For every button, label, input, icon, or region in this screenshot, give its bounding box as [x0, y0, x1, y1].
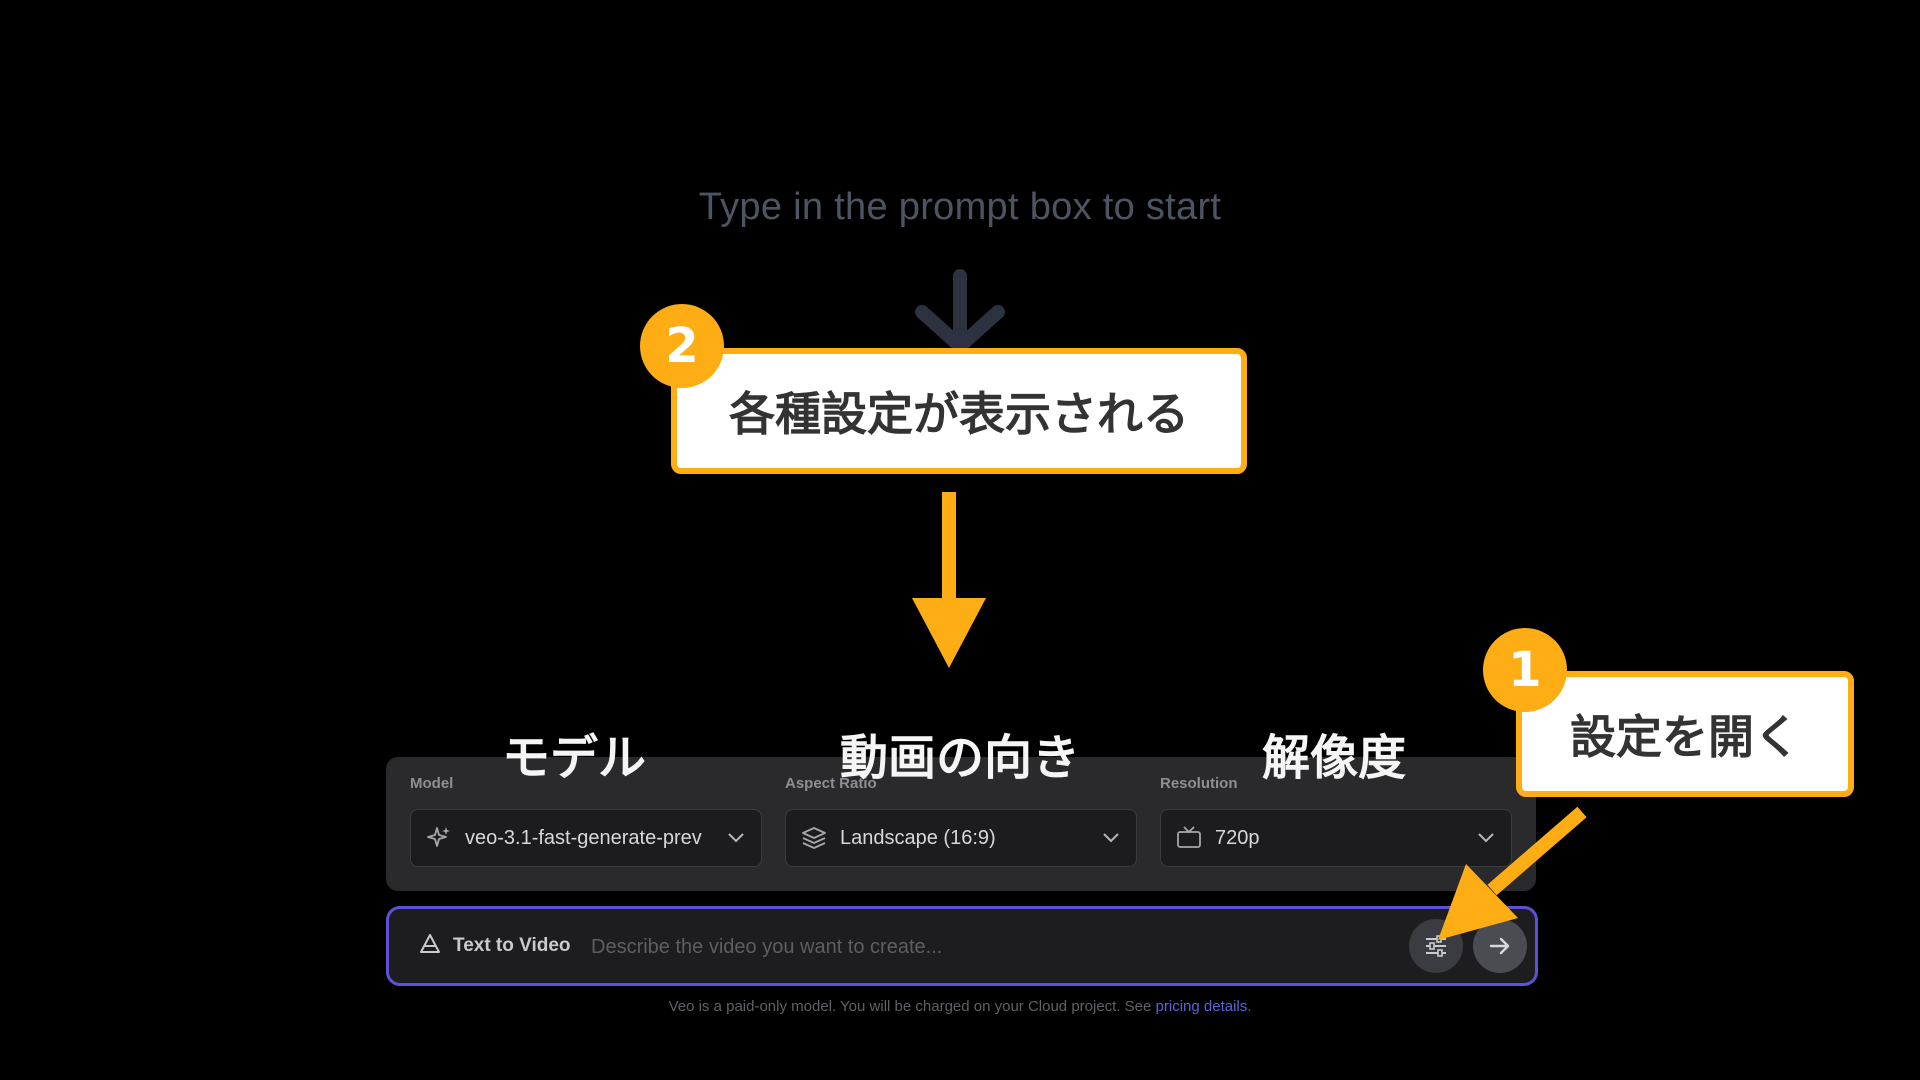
aspect-ratio-select[interactable]: Landscape (16:9) [785, 809, 1137, 867]
caption-resolution: 解像度 [1261, 730, 1406, 786]
empty-state-hint: Type in the prompt box to start [698, 186, 1222, 228]
mode-label: Text to Video [453, 935, 571, 956]
tv-icon [1175, 824, 1203, 852]
step1-arrow [1438, 806, 1587, 940]
sparkle-icon [425, 824, 453, 852]
step2-badge: 2 [640, 304, 724, 388]
pricing-details-link[interactable]: pricing details [1156, 998, 1248, 1015]
layers-icon [800, 824, 828, 852]
step1-callout: 設定を開く [1516, 671, 1854, 797]
model-value: veo-3.1-fast-generate-prev [465, 826, 702, 849]
footnote-tail: . [1247, 998, 1252, 1015]
aspect-ratio-value: Landscape (16:9) [840, 826, 996, 849]
text-mode-icon [419, 933, 441, 959]
step1-badge: 1 [1483, 628, 1567, 712]
chevron-down-icon [725, 827, 747, 849]
caption-aspect: 動画の向き [839, 730, 1080, 786]
prompt-bar: Text to Video [386, 906, 1538, 986]
resolution-label: Resolution [1160, 775, 1238, 792]
step2-callout-text: 各種設定が表示される [729, 387, 1189, 441]
pricing-footnote: Veo is a paid-only model. You will be ch… [0, 998, 1920, 1015]
step2-arrow [912, 492, 986, 668]
chevron-down-icon [1100, 827, 1122, 849]
step2-callout: 各種設定が表示される [671, 348, 1247, 474]
model-label: Model [410, 775, 454, 792]
mode-selector[interactable]: Text to Video [419, 909, 571, 983]
arrow-down-icon [915, 269, 1005, 353]
footnote-text: Veo is a paid-only model. You will be ch… [668, 998, 1156, 1015]
step1-callout-text: 設定を開く [1570, 710, 1800, 764]
prompt-input[interactable] [589, 927, 1333, 967]
caption-model: モデル [501, 730, 646, 786]
model-select[interactable]: veo-3.1-fast-generate-prev [410, 809, 762, 867]
